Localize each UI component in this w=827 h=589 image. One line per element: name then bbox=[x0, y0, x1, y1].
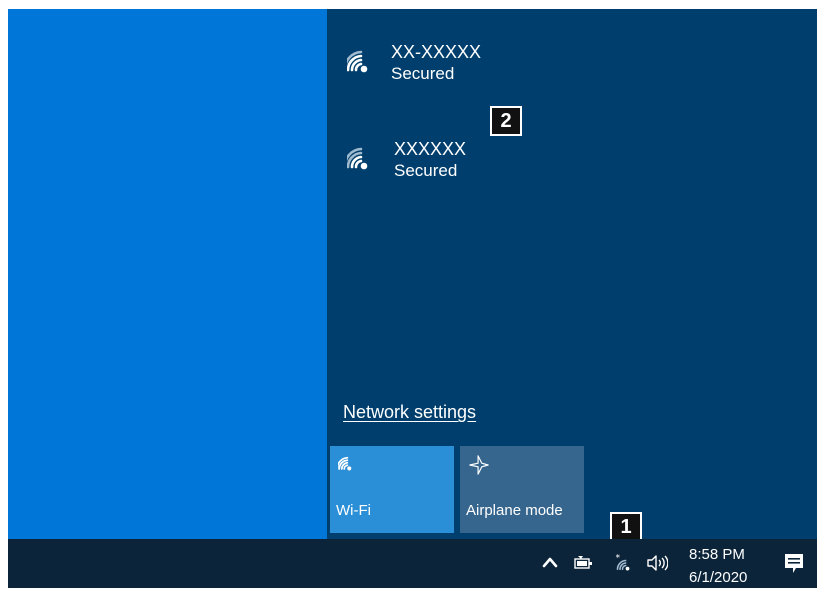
action-center-icon[interactable] bbox=[784, 553, 804, 575]
network-name: XX-XXXXX bbox=[391, 42, 482, 62]
callout-2: 2 bbox=[490, 106, 522, 136]
network-item-2[interactable]: XXXXXX Secured bbox=[347, 139, 466, 182]
airplane-mode-tile[interactable]: Airplane mode bbox=[460, 446, 584, 533]
svg-text:*: * bbox=[616, 554, 621, 564]
network-name: XXXXXX bbox=[394, 139, 467, 159]
airplane-mode-tile-label: Airplane mode bbox=[466, 502, 563, 519]
airplane-icon bbox=[469, 455, 489, 475]
taskbar: * 8:58 PM 6/1/2020 bbox=[8, 539, 817, 588]
wifi-tile[interactable]: Wi-Fi bbox=[330, 446, 454, 533]
chevron-up-icon[interactable] bbox=[542, 556, 558, 568]
wifi-signal-icon bbox=[347, 147, 368, 170]
clock-date: 6/1/2020 bbox=[689, 569, 748, 586]
callout-1: 1 bbox=[610, 512, 642, 542]
clock[interactable]: 8:58 PM 6/1/2020 bbox=[689, 543, 747, 589]
network-status: Secured bbox=[394, 161, 458, 180]
volume-icon[interactable] bbox=[646, 554, 668, 572]
network-status: Secured bbox=[391, 64, 455, 83]
network-flyout: XX-XXXXX Secured 2 XXXXXX Secured Networ… bbox=[327, 9, 817, 539]
network-wifi-icon[interactable]: * bbox=[613, 553, 637, 573]
battery-icon[interactable] bbox=[574, 556, 596, 570]
wifi-tile-label: Wi-Fi bbox=[336, 502, 371, 519]
wifi-icon bbox=[338, 456, 352, 471]
clock-time: 8:58 PM bbox=[689, 546, 745, 563]
desktop-background bbox=[8, 9, 327, 539]
network-item-1[interactable]: XX-XXXXX Secured bbox=[347, 42, 481, 85]
network-settings-link[interactable]: Network settings bbox=[343, 402, 476, 423]
wifi-signal-icon bbox=[347, 50, 368, 73]
